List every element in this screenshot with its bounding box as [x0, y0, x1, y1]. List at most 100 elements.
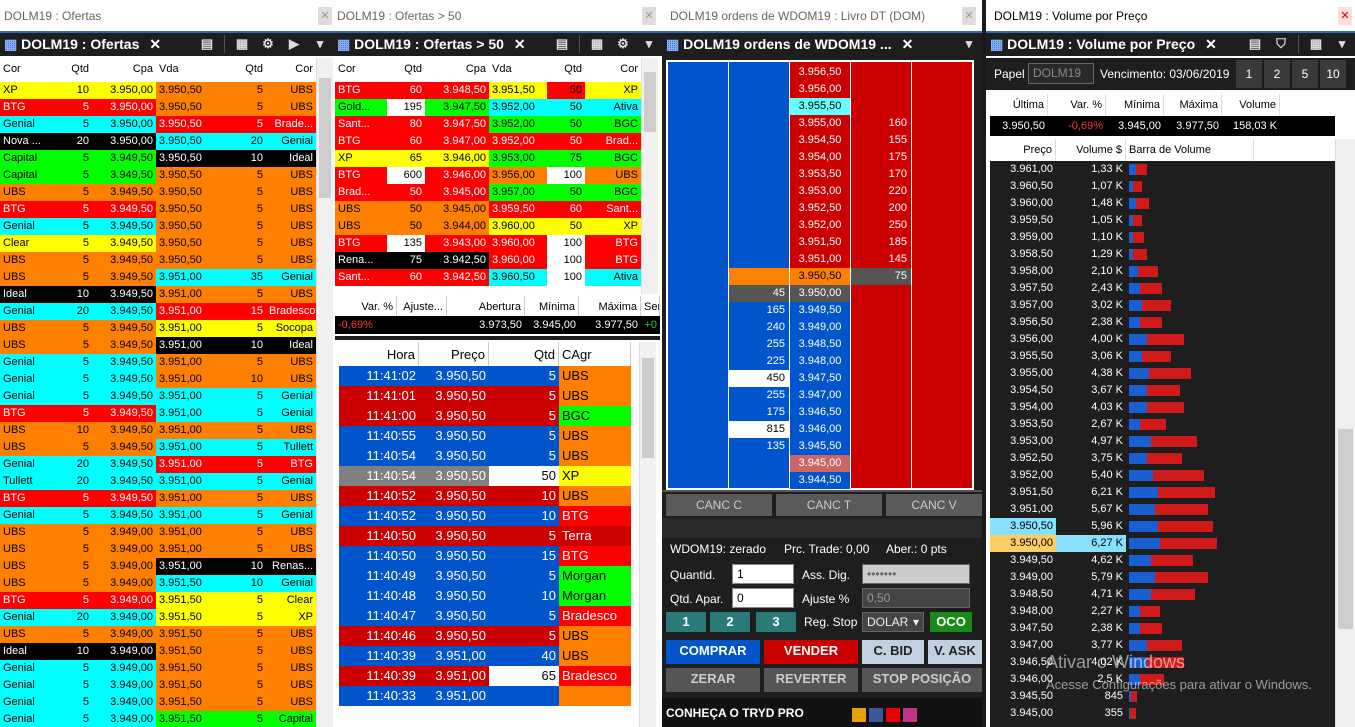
- chevron-down-icon[interactable]: ▾: [1333, 35, 1351, 53]
- column-header[interactable]: CAgr: [559, 342, 631, 366]
- table-row[interactable]: Clear 5 3.949,50 3.950,50 5 UBS: [0, 235, 316, 252]
- gear-icon[interactable]: ⚙: [259, 35, 277, 53]
- table-row[interactable]: UBS 5 3.949,00 3.951,50 5 UBS: [0, 626, 316, 643]
- table-row[interactable]: UBS 5 3.949,00 3.951,50 10 Genial: [0, 575, 316, 592]
- table-row[interactable]: UBS 5 3.949,50 3.950,50 5 UBS: [0, 184, 316, 201]
- volume-row[interactable]: 3.959,00 1,10 K: [990, 229, 1335, 246]
- table-icon[interactable]: ▤: [1246, 35, 1264, 53]
- table-row[interactable]: Brad... 50 3.945,00 3.957,00 50 BGC: [335, 184, 641, 201]
- dom-bid-qty[interactable]: 175: [729, 404, 789, 421]
- table-row[interactable]: BTG 5 3.950,00 3.950,50 5 UBS: [0, 99, 316, 116]
- dom-price[interactable]: 3.954,00: [790, 149, 850, 166]
- dom-bid-qty[interactable]: 225: [729, 353, 789, 370]
- column-header[interactable]: Barra de Volume: [1126, 139, 1254, 161]
- dom-price[interactable]: 3.956,50: [790, 64, 850, 81]
- trade-row[interactable]: 11:40:50 3.950,50 15 BTG: [339, 546, 639, 566]
- table-row[interactable]: UBS 5 3.949,00 3.951,00 5 UBS: [0, 524, 316, 541]
- table-row[interactable]: Tullett 20 3.949,50 3.951,00 5 Genial: [0, 473, 316, 490]
- dom-bid-qty[interactable]: 240: [729, 319, 789, 336]
- oco-button[interactable]: OCO: [930, 612, 972, 632]
- table-row[interactable]: Genial 5 3.949,50 3.951,00 5 Genial: [0, 507, 316, 524]
- dom-price[interactable]: 3.956,00: [790, 81, 850, 98]
- volume-row[interactable]: 3.959,50 1,05 K: [990, 212, 1335, 229]
- close-icon[interactable]: ✕: [1205, 36, 1217, 53]
- table-row[interactable]: Genial 5 3.949,00 3.951,50 5 Capital: [0, 711, 316, 727]
- scrollbar[interactable]: [316, 58, 333, 727]
- dom-ask-qty[interactable]: 75: [851, 268, 911, 285]
- dom-ask-qty[interactable]: 250: [851, 217, 911, 234]
- table-row[interactable]: BTG 60 3.947,00 3.952,00 50 Brad...: [335, 133, 641, 150]
- close-icon[interactable]: ✕: [1338, 7, 1352, 25]
- dom-bid-qty[interactable]: 165: [729, 302, 789, 319]
- table-row[interactable]: BTG 5 3.949,00 3.951,50 5 Clear: [0, 592, 316, 609]
- dom-price[interactable]: 3.949,00: [790, 319, 850, 336]
- column-header[interactable]: Cor: [335, 58, 387, 82]
- column-header[interactable]: Vda: [156, 58, 230, 82]
- table-row[interactable]: XP 65 3.946,00 3.953,00 75 BGC: [335, 150, 641, 167]
- column-header[interactable]: Preço: [990, 139, 1056, 161]
- facebook-icon[interactable]: [869, 708, 883, 722]
- dom-price[interactable]: 3.952,50: [790, 200, 850, 217]
- volume-row[interactable]: 3.948,00 2,27 K: [990, 603, 1335, 620]
- dom-price[interactable]: 3.955,50: [790, 98, 850, 115]
- trade-row[interactable]: 11:40:54 3.950,50 5 UBS: [339, 446, 639, 466]
- scrollbar[interactable]: [641, 58, 658, 294]
- dom-price[interactable]: 3.949,50: [790, 302, 850, 319]
- buy-button[interactable]: COMPRAR: [666, 640, 760, 664]
- period-button[interactable]: 10: [1320, 60, 1346, 88]
- close-icon[interactable]: ✕: [902, 36, 914, 53]
- table-row[interactable]: UBS 5 3.949,50 3.951,00 10 Ideal: [0, 337, 316, 354]
- trade-row[interactable]: 11:41:02 3.950,50 5 UBS: [339, 366, 639, 386]
- chevron-down-icon[interactable]: ▾: [960, 35, 978, 53]
- period-button[interactable]: 2: [1264, 60, 1290, 88]
- dom-price[interactable]: 3.945,50: [790, 438, 850, 455]
- column-header[interactable]: Cor: [266, 58, 316, 82]
- volume-row[interactable]: 3.949,00 5,79 K: [990, 569, 1335, 586]
- play-icon[interactable]: ▶: [285, 35, 303, 53]
- dom-price[interactable]: 3.954,50: [790, 132, 850, 149]
- trade-row[interactable]: 11:40:54 3.950,50 50 XP: [339, 466, 639, 486]
- volume-row[interactable]: 3.953,00 4,97 K: [990, 433, 1335, 450]
- table-row[interactable]: UBS 5 3.949,50 3.951,00 5 Tullett: [0, 439, 316, 456]
- dom-price[interactable]: 3.950,50: [790, 268, 850, 285]
- volume-row[interactable]: 3.951,00 5,67 K: [990, 501, 1335, 518]
- colors-icon[interactable]: ▦: [233, 35, 251, 53]
- volume-row[interactable]: 3.949,50 4,62 K: [990, 552, 1335, 569]
- table-row[interactable]: UBS 5 3.949,50 3.950,50 5 UBS: [0, 252, 316, 269]
- dom-ask-qty[interactable]: 160: [851, 115, 911, 132]
- table-row[interactable]: Genial 5 3.949,50 3.951,00 5 Genial: [0, 388, 316, 405]
- promo-banner[interactable]: CONHEÇA O TRYD PRO: [666, 706, 804, 720]
- ask-column[interactable]: [912, 62, 972, 488]
- table-row[interactable]: Ideal 10 3.949,00 3.951,50 5 UBS: [0, 643, 316, 660]
- table-row[interactable]: BTG 5 3.949,50 3.951,00 5 Genial: [0, 405, 316, 422]
- volume-row[interactable]: 3.950,50 5,96 K: [990, 518, 1335, 535]
- chevron-down-icon[interactable]: ▾: [311, 35, 329, 53]
- period-button[interactable]: 1: [1236, 60, 1262, 88]
- youtube-icon[interactable]: [886, 708, 900, 722]
- dom-price[interactable]: 3.947,50: [790, 370, 850, 387]
- table-row[interactable]: BTG 135 3.943,00 3.960,00 100 BTG: [335, 235, 641, 252]
- column-header[interactable]: Cpa: [425, 58, 489, 82]
- table-row[interactable]: Rena... 75 3.942,50 3.960,00 100 BTG: [335, 252, 641, 269]
- volume-row[interactable]: 3.952,00 5,40 K: [990, 467, 1335, 484]
- dom-price[interactable]: 3.948,00: [790, 353, 850, 370]
- dom-ask-qty[interactable]: 220: [851, 183, 911, 200]
- column-header[interactable]: Volume $: [1056, 139, 1126, 161]
- bid-column[interactable]: [668, 62, 728, 488]
- table-row[interactable]: Genial 5 3.949,50 3.951,00 5 UBS: [0, 354, 316, 371]
- dom-ask-qty[interactable]: 185: [851, 234, 911, 251]
- column-header[interactable]: Qtd: [230, 58, 266, 82]
- period-button[interactable]: 5: [1292, 60, 1318, 88]
- dom-ask-qty[interactable]: 155: [851, 132, 911, 149]
- table-row[interactable]: BTG 5 3.949,50 3.950,50 5 UBS: [0, 201, 316, 218]
- close-icon[interactable]: ✕: [318, 7, 332, 25]
- scrollbar[interactable]: [1335, 139, 1355, 727]
- trade-row[interactable]: 11:40:52 3.950,50 10 BTG: [339, 506, 639, 526]
- table-row[interactable]: BTG 60 3.948,50 3.951,50 50 XP: [335, 82, 641, 99]
- table-row[interactable]: Nova ... 20 3.950,00 3.950,50 20 Genial: [0, 133, 316, 150]
- dom-price[interactable]: 3.948,50: [790, 336, 850, 353]
- table-row[interactable]: Genial 5 3.949,00 3.951,50 5 UBS: [0, 677, 316, 694]
- volume-row[interactable]: 3.957,00 3,02 K: [990, 297, 1335, 314]
- table-row[interactable]: Gold... 195 3.947,50 3.952,00 50 Ativa: [335, 99, 641, 116]
- column-header[interactable]: Qtd: [547, 58, 585, 82]
